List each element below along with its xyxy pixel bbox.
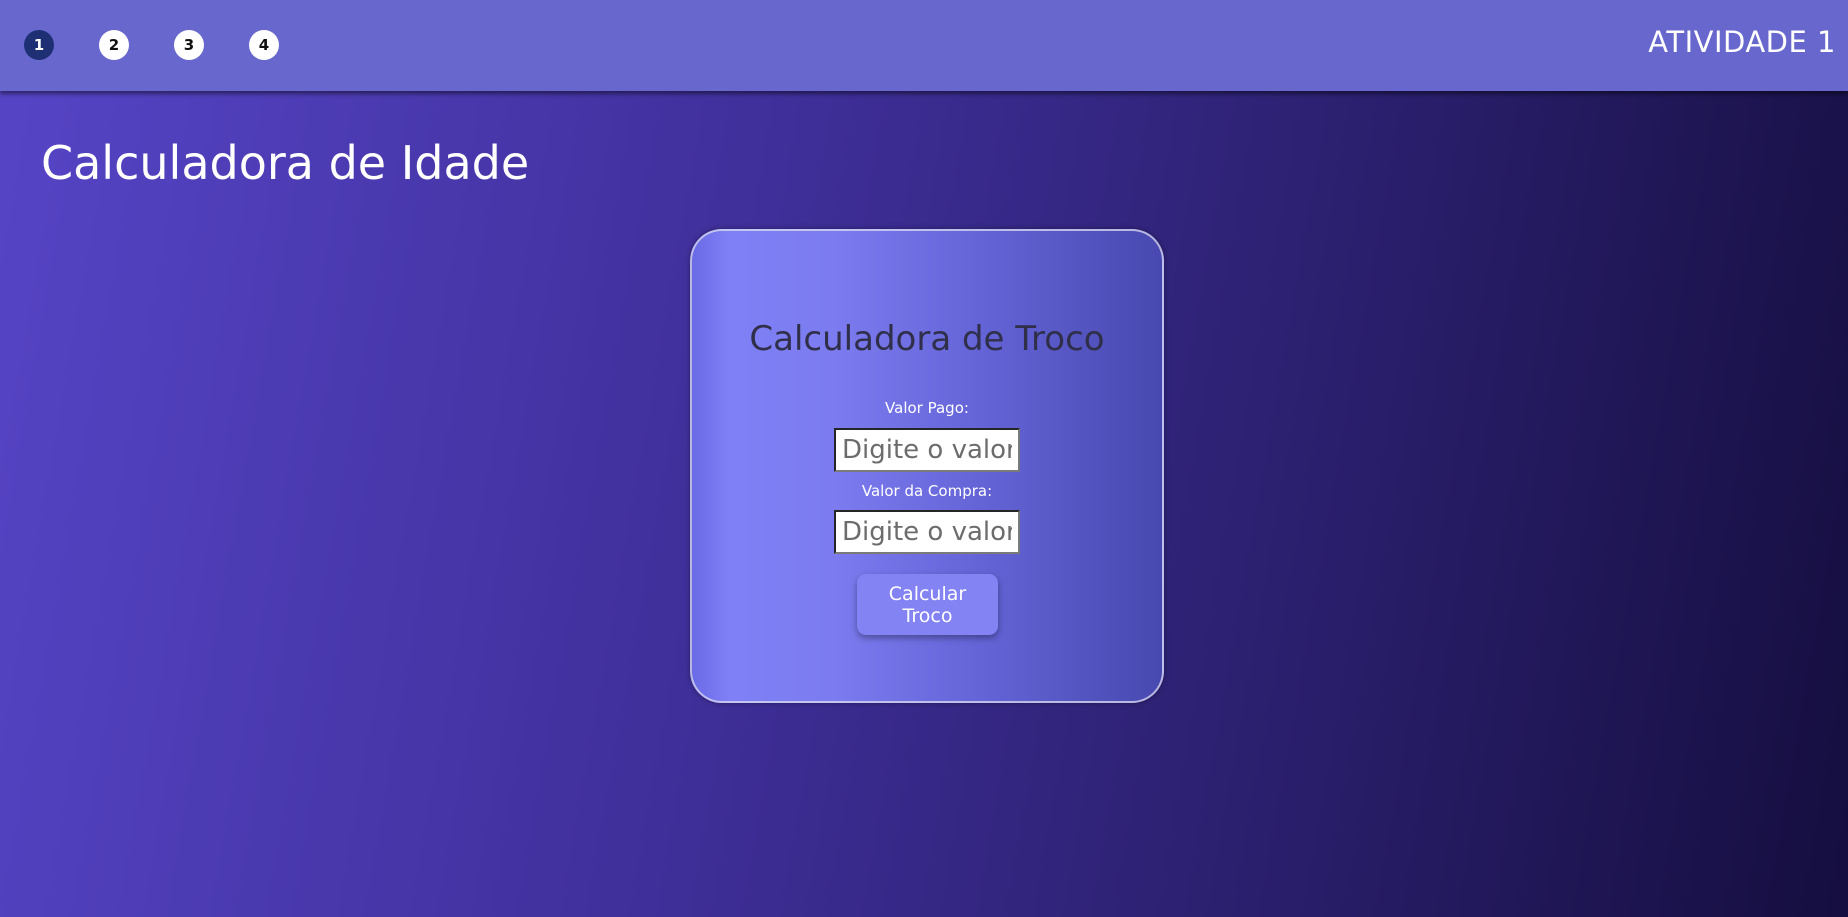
step-4-button[interactable]: 4 — [249, 30, 279, 60]
calculate-change-button[interactable]: Calcular Troco — [857, 574, 998, 635]
purchase-value-input[interactable] — [834, 510, 1020, 554]
step-3-button[interactable]: 3 — [174, 30, 204, 60]
step-1-button[interactable]: 1 — [24, 30, 54, 60]
step-2-button[interactable]: 2 — [99, 30, 129, 60]
paid-value-input[interactable] — [834, 428, 1020, 472]
paid-value-label: Valor Pago: — [885, 399, 969, 417]
top-navigation-bar: 1 2 3 4 ATIVIDADE 1 — [0, 0, 1848, 91]
card-title: Calculadora de Troco — [749, 319, 1105, 359]
page-title: Calculadora de Idade — [41, 136, 530, 190]
activity-title: ATIVIDADE 1 — [1648, 25, 1836, 59]
change-calculator-card: Calculadora de Troco Valor Pago: Valor d… — [690, 229, 1164, 703]
purchase-value-label: Valor da Compra: — [861, 482, 993, 500]
